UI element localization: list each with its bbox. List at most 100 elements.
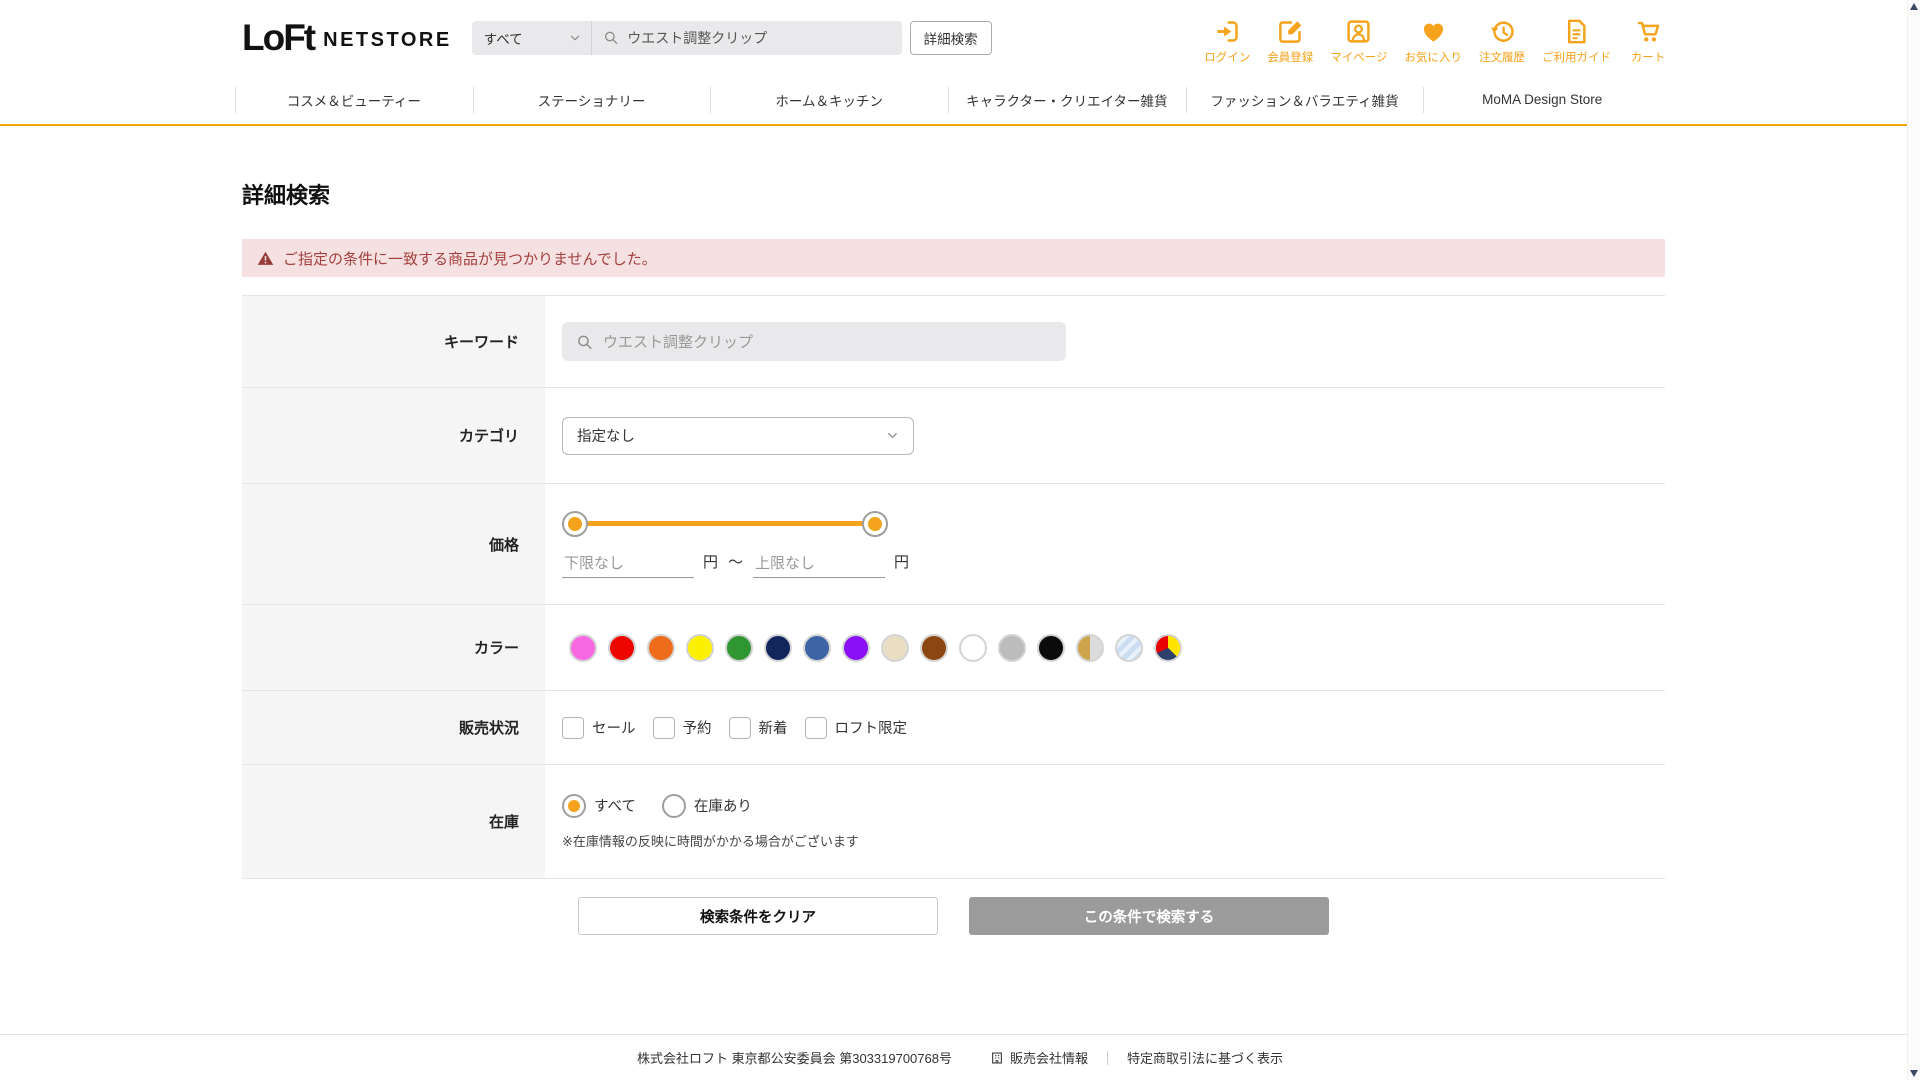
category-select[interactable]: 指定なし — [562, 417, 914, 455]
checkbox-label: 予約 — [683, 717, 712, 738]
status-checkbox-option[interactable]: 予約 — [653, 717, 712, 739]
quicklink-label: ログイン — [1204, 49, 1250, 65]
site-header: LoFt NETSTORE すべて 詳細検索 ログイン — [0, 0, 1920, 75]
footer-company-info-link[interactable]: 販売会社情報 — [990, 1048, 1088, 1067]
stock-note: ※在庫情報の反映に時間がかかる場合がございます — [562, 831, 859, 850]
search-category-dropdown[interactable]: すべて — [472, 21, 592, 55]
color-swatch[interactable] — [1076, 634, 1104, 662]
radio-circle[interactable] — [562, 794, 586, 818]
scrollbar-down-arrow[interactable] — [1910, 1070, 1918, 1077]
stock-row: 在庫 すべて 在庫あり — [242, 765, 1665, 879]
color-swatch[interactable] — [1154, 634, 1182, 662]
price-min-input[interactable] — [562, 553, 694, 578]
nav-category-item[interactable]: ファッション＆バラエティ雑貨 — [1186, 75, 1424, 124]
color-swatch[interactable] — [647, 634, 675, 662]
price-max-input[interactable] — [753, 553, 885, 578]
keyword-label: キーワード — [242, 296, 545, 387]
nav-category-item[interactable]: ステーショナリー — [473, 75, 711, 124]
price-slider-handle-min[interactable] — [562, 511, 588, 537]
footer-company-text: 株式会社ロフト 東京都公安委員会 第303319700768号 — [637, 1048, 952, 1067]
stock-radio-option[interactable]: 在庫あり — [662, 794, 752, 818]
quicklink-label: ご利用ガイド — [1542, 49, 1611, 65]
color-row: カラー — [242, 605, 1665, 691]
quicklink-mypage[interactable]: マイページ — [1330, 18, 1387, 65]
nav-category-item[interactable]: ホーム＆キッチン — [710, 75, 948, 124]
header-search-input[interactable] — [627, 30, 901, 46]
status-checkbox-option[interactable]: セール — [562, 717, 636, 739]
checkbox[interactable] — [653, 717, 675, 739]
color-swatch[interactable] — [920, 634, 948, 662]
sales-status-row: 販売状況 セール 予約 — [242, 691, 1665, 765]
advanced-search-button[interactable]: 詳細検索 — [910, 21, 992, 55]
checkbox-label: セール — [592, 717, 636, 738]
logo-loft-text: LoFt — [242, 17, 314, 59]
color-swatches — [569, 634, 1182, 662]
category-nav-items: コスメ＆ビューティー ステーショナリー ホーム＆キッチン キャラクター・クリエイ… — [235, 75, 1661, 124]
footer-company-info-label: 販売会社情報 — [1010, 1048, 1088, 1067]
color-swatch[interactable] — [725, 634, 753, 662]
keyword-input[interactable] — [603, 333, 1052, 350]
warning-icon — [257, 250, 274, 267]
color-swatch[interactable] — [803, 634, 831, 662]
color-swatch[interactable] — [842, 634, 870, 662]
status-checkbox-option[interactable]: ロフト限定 — [805, 717, 908, 739]
quicklink-cart[interactable]: カート — [1628, 18, 1668, 65]
color-swatch[interactable] — [608, 634, 636, 662]
history-icon — [1489, 18, 1516, 45]
category-label: カテゴリ — [242, 388, 545, 483]
cart-icon — [1635, 18, 1662, 45]
checkbox[interactable] — [805, 717, 827, 739]
page-title: 詳細検索 — [242, 178, 1665, 210]
price-label: 価格 — [242, 484, 545, 604]
quicklink-login[interactable]: ログイン — [1204, 18, 1250, 65]
category-row: カテゴリ 指定なし — [242, 388, 1665, 484]
search-with-conditions-button[interactable]: この条件で検索する — [969, 897, 1329, 935]
search-category-value: すべて — [484, 28, 523, 48]
color-swatch[interactable] — [1115, 634, 1143, 662]
no-results-message: ご指定の条件に一致する商品が見つかりませんでした。 — [283, 248, 657, 269]
guide-icon — [1563, 18, 1590, 45]
loft-logo[interactable]: LoFt NETSTORE — [242, 17, 452, 59]
checkbox[interactable] — [729, 717, 751, 739]
color-swatch[interactable] — [881, 634, 909, 662]
quicklink-guide[interactable]: ご利用ガイド — [1542, 18, 1611, 65]
browser-scrollbar[interactable] — [1907, 0, 1920, 1080]
clear-conditions-button[interactable]: 検索条件をクリア — [578, 897, 938, 935]
stock-options: すべて 在庫あり — [562, 794, 778, 818]
register-icon — [1277, 18, 1304, 45]
keyword-field[interactable] — [562, 322, 1066, 361]
category-selected-value: 指定なし — [577, 425, 635, 446]
quicklink-register[interactable]: 会員登録 — [1267, 18, 1313, 65]
price-slider-handle-max[interactable] — [862, 511, 888, 537]
quicklink-order-history[interactable]: 注文履歴 — [1479, 18, 1525, 65]
keyword-row: キーワード — [242, 296, 1665, 388]
color-swatch[interactable] — [1037, 634, 1065, 662]
loft-netstore-advanced-search-page: LoFt NETSTORE すべて 詳細検索 ログイン — [0, 0, 1920, 1080]
heart-icon — [1420, 18, 1447, 45]
header-search-field[interactable] — [592, 21, 902, 55]
color-swatch[interactable] — [959, 634, 987, 662]
search-icon — [576, 333, 593, 351]
price-range-separator: ～ — [728, 551, 743, 572]
color-swatch[interactable] — [998, 634, 1026, 662]
quicklink-favorites[interactable]: お気に入り — [1405, 18, 1463, 65]
nav-category-item[interactable]: キャラクター・クリエイター雑貨 — [948, 75, 1186, 124]
search-icon — [603, 29, 619, 46]
color-swatch[interactable] — [569, 634, 597, 662]
color-swatch[interactable] — [764, 634, 792, 662]
checkbox-label: ロフト限定 — [835, 717, 908, 738]
color-label: カラー — [242, 605, 545, 690]
status-checkbox-option[interactable]: 新着 — [729, 717, 788, 739]
nav-category-item[interactable]: MoMA Design Store — [1423, 75, 1661, 124]
checkbox[interactable] — [562, 717, 584, 739]
color-swatch[interactable] — [686, 634, 714, 662]
login-icon — [1214, 18, 1241, 45]
radio-circle[interactable] — [662, 794, 686, 818]
category-nav: コスメ＆ビューティー ステーショナリー ホーム＆キッチン キャラクター・クリエイ… — [0, 75, 1920, 126]
scrollbar-up-arrow[interactable] — [1910, 3, 1918, 10]
footer-legal-link[interactable]: 特定商取引法に基づく表示 — [1127, 1048, 1283, 1067]
stock-radio-option[interactable]: すべて — [562, 794, 636, 818]
footer-legal-label: 特定商取引法に基づく表示 — [1127, 1048, 1283, 1067]
search-condition-form: キーワード カテゴリ 指定なし — [242, 295, 1665, 879]
nav-category-item[interactable]: コスメ＆ビューティー — [235, 75, 473, 124]
